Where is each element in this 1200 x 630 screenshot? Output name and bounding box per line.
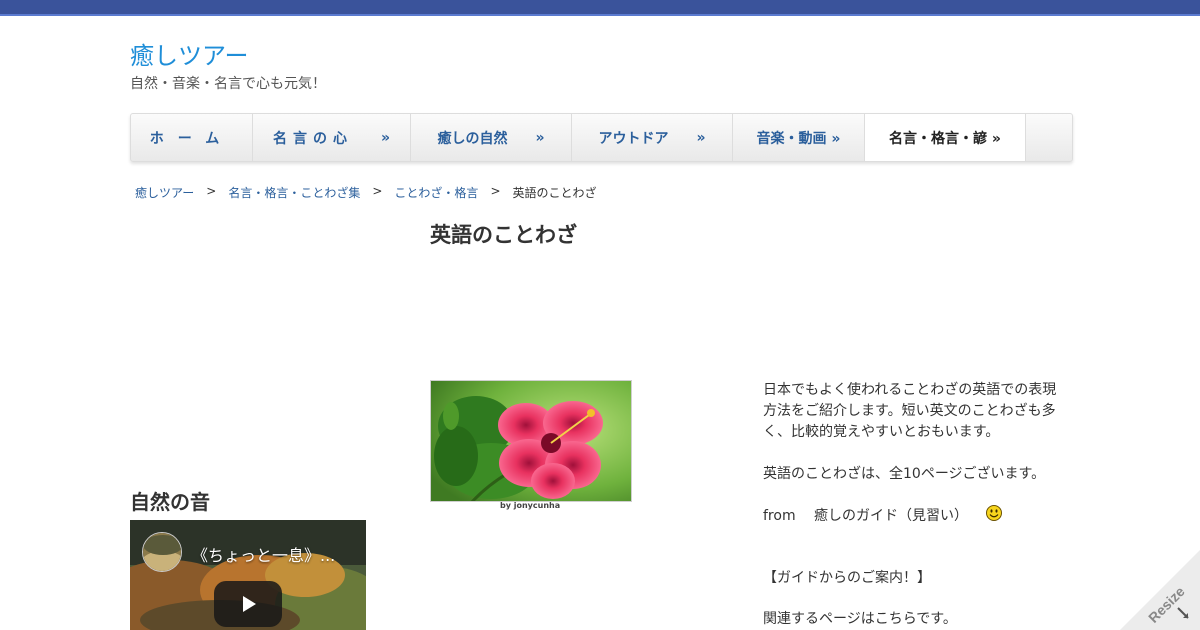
sidebar-heading: 自然の音 — [130, 490, 210, 514]
image-credit: by jonycunha — [500, 501, 561, 510]
breadcrumb-link-quotes[interactable]: 名言・格言・ことわざ集 — [228, 184, 360, 201]
resize-handle[interactable]: Resize — [1120, 550, 1200, 630]
submenu-arrow-icon: » — [535, 129, 545, 146]
nav-item-meigen-no-kokoro[interactable]: 名言の心 » — [253, 114, 411, 161]
page-title: 英語のことわざ — [430, 223, 577, 247]
smiley-icon — [986, 505, 1003, 521]
nav-item-label: 名言・格言・諺 » — [889, 130, 1001, 147]
site-title[interactable]: 癒しツアー — [130, 36, 249, 71]
video-embed[interactable]: 《ちょっと一息》... — [130, 520, 366, 630]
breadcrumb: 癒しツアー > 名言・格言・ことわざ集 > ことわざ・格言 > 英語のことわざ — [135, 184, 597, 201]
breadcrumb-separator: > — [206, 184, 217, 198]
nav-item-label: 癒しの自然 — [437, 130, 508, 147]
breadcrumb-separator: > — [372, 184, 383, 198]
site-tagline: 自然・音楽・名言で心も元気！ — [130, 76, 326, 92]
nav-item-home[interactable]: ホーム — [131, 114, 253, 161]
nav-item-music-video[interactable]: 音楽・動画 » — [733, 114, 865, 161]
nav-item-outdoor[interactable]: アウトドア » — [572, 114, 733, 161]
intro-text: 日本でもよく使われることわざの英語での表現方法をご紹介します。短い英文のことわざ… — [763, 382, 1057, 440]
breadcrumb-link-proverbs[interactable]: ことわざ・格言 — [394, 184, 478, 201]
play-button[interactable] — [214, 581, 282, 627]
nav-item-label: 音楽・動画 » — [756, 130, 841, 147]
nav-item-iyashi-no-shizen[interactable]: 癒しの自然 » — [411, 114, 572, 161]
from-line: from 癒しのガイド（見習い） — [763, 505, 1003, 525]
nav-item-label: ホーム — [149, 130, 234, 147]
hibiscus-image — [430, 380, 632, 502]
channel-avatar[interactable] — [142, 532, 182, 572]
breadcrumb-current: 英語のことわざ — [512, 186, 597, 200]
video-title[interactable]: 《ちょっと一息》... — [192, 542, 335, 566]
top-bar — [0, 0, 1200, 16]
main-nav: ホーム 名言の心 » 癒しの自然 » アウトドア » 音楽・動画 » 名言・格言・諺 … — [130, 113, 1073, 162]
related-text: 関連するページはこちらです。 — [763, 611, 957, 627]
guide-heading: 【ガイドからのご案内！】 — [763, 570, 931, 586]
page-count-text: 英語のことわざは、全10ページございます。 — [763, 466, 1046, 482]
submenu-arrow-icon: » — [696, 129, 706, 146]
nav-item-quotes-proverbs[interactable]: 名言・格言・諺 » — [865, 114, 1026, 161]
from-text: from 癒しのガイド（見習い） — [763, 508, 969, 524]
play-icon — [243, 596, 256, 612]
submenu-arrow-icon: » — [380, 129, 391, 146]
nav-item-label: 名言の心 — [272, 130, 353, 147]
nav-empty-slot — [1026, 114, 1072, 161]
breadcrumb-separator: > — [490, 184, 501, 198]
nav-item-label: アウトドア — [598, 130, 669, 147]
breadcrumb-link-home[interactable]: 癒しツアー — [135, 184, 194, 201]
